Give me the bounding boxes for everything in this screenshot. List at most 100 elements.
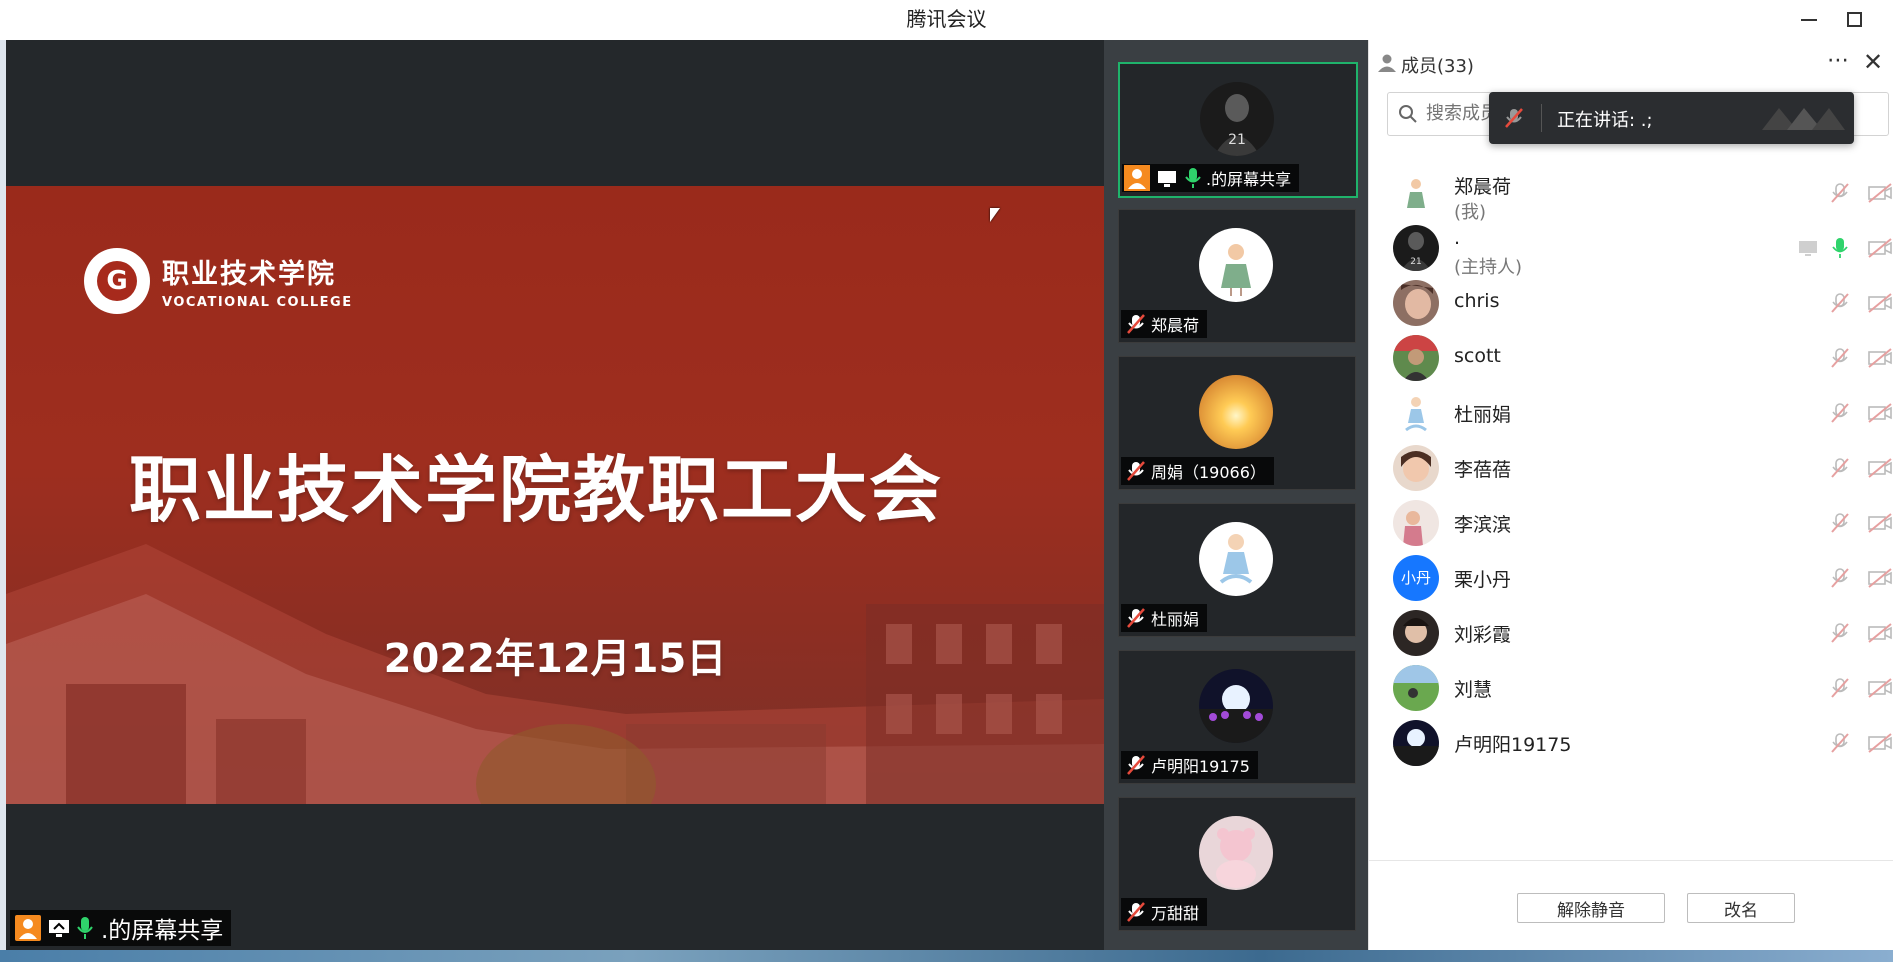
video-name-bar: 周娟（19066） — [1121, 457, 1274, 485]
member-name: . — [1454, 227, 1461, 249]
video-name-bar: .的屏幕共享 — [1122, 164, 1300, 192]
avatar — [1199, 669, 1273, 743]
mic-muted-icon — [1127, 608, 1145, 628]
mic-muted-icon[interactable] — [1829, 567, 1851, 589]
member-name: 杜丽娟 — [1454, 404, 1512, 426]
avatar — [1199, 228, 1273, 302]
avatar — [1393, 720, 1439, 766]
slide-date: 2022年12月15日 — [383, 636, 727, 682]
camera-off-icon[interactable] — [1867, 402, 1893, 424]
minimize-button[interactable] — [1792, 6, 1826, 34]
video-name: 卢明阳19175 — [1151, 757, 1250, 776]
camera-off-icon[interactable] — [1867, 512, 1893, 534]
avatar — [1199, 522, 1273, 596]
screen-share-icon — [1158, 171, 1176, 187]
tencent-meeting-logo-icon — [1762, 108, 1845, 130]
avatar: 小丹 — [1393, 555, 1439, 601]
mic-muted-icon — [1127, 314, 1145, 334]
member-name: 郑晨荷 — [1454, 176, 1512, 198]
camera-off-icon[interactable] — [1867, 622, 1893, 644]
desktop-background — [0, 950, 1893, 962]
member-name: 刘彩霞 — [1454, 624, 1512, 646]
members-title: 成员(33) — [1401, 56, 1474, 77]
mic-muted-icon[interactable] — [1829, 622, 1851, 644]
minimize-icon — [1801, 19, 1817, 21]
video-name: 万甜甜 — [1151, 904, 1200, 923]
mic-muted-icon[interactable] — [1829, 677, 1851, 699]
members-icon — [1378, 54, 1396, 72]
camera-off-icon[interactable] — [1867, 567, 1893, 589]
mic-muted-icon[interactable] — [1829, 457, 1851, 479]
camera-off-icon[interactable] — [1867, 677, 1893, 699]
presentation-slide: G 职业技术学院 VOCATIONAL COLLEGE 职业技术学院教职工大会 … — [6, 186, 1104, 804]
list-item[interactable]: 卢明阳19175 — [1369, 710, 1893, 776]
video-column: 21 .的屏幕共享 郑晨荷 周娟（19066） 杜丽娟 卢明阳19175 万甜甜 — [1104, 40, 1368, 950]
video-name-bar: 杜丽娟 — [1121, 604, 1208, 632]
unmute-button[interactable]: 解除静音 — [1517, 893, 1665, 923]
camera-off-icon[interactable] — [1867, 292, 1893, 314]
person-icon — [15, 915, 41, 941]
share-source-label: .的屏幕共享 — [101, 918, 224, 944]
members-panel-footer: 解除静音 改名 — [1369, 860, 1893, 951]
mic-muted-icon — [1127, 755, 1145, 775]
avatar — [1393, 445, 1439, 491]
avatar — [1393, 170, 1439, 216]
mic-on-icon[interactable] — [1829, 237, 1851, 259]
title-bar: 腾讯会议 — [0, 0, 1893, 41]
camera-off-icon[interactable] — [1867, 182, 1893, 204]
member-list: 郑晨荷 (我) 21 . (主持人) chris scott 杜丽娟 李蓓蓓 李… — [1369, 160, 1893, 860]
speaking-indicator: 正在讲话: .; — [1489, 92, 1854, 144]
avatar — [1393, 610, 1439, 656]
avatar — [1393, 665, 1439, 711]
video-tile[interactable]: 卢明阳19175 — [1118, 650, 1356, 784]
screen-share-icon — [1799, 241, 1817, 256]
mic-on-icon — [1185, 168, 1201, 188]
mic-muted-icon[interactable] — [1829, 347, 1851, 369]
video-name: 杜丽娟 — [1151, 610, 1200, 629]
avatar — [1393, 335, 1439, 381]
member-name: scott — [1454, 345, 1501, 367]
share-source-tag: .的屏幕共享 — [10, 910, 232, 946]
mic-muted-icon — [1127, 902, 1145, 922]
mic-muted-icon — [1505, 108, 1523, 128]
avatar — [1199, 816, 1273, 890]
member-name: 卢明阳19175 — [1454, 734, 1572, 756]
rename-button[interactable]: 改名 — [1687, 893, 1795, 923]
member-name: 李滨滨 — [1454, 514, 1512, 536]
video-tile[interactable]: 21 .的屏幕共享 — [1118, 62, 1358, 198]
mic-on-icon — [77, 917, 93, 939]
video-name-bar: 万甜甜 — [1121, 898, 1208, 926]
more-options-icon[interactable]: ⋯ — [1827, 48, 1849, 73]
camera-off-icon[interactable] — [1867, 237, 1893, 259]
mic-muted-icon[interactable] — [1829, 512, 1851, 534]
member-name: 栗小丹 — [1454, 569, 1512, 591]
mic-muted-icon[interactable] — [1829, 292, 1851, 314]
video-tile[interactable]: 周娟（19066） — [1118, 356, 1356, 490]
college-logo: G 职业技术学院 VOCATIONAL COLLEGE — [84, 248, 353, 314]
mic-muted-icon[interactable] — [1829, 732, 1851, 754]
member-name: chris — [1454, 290, 1500, 312]
video-name: 郑晨荷 — [1151, 316, 1200, 335]
mic-muted-icon[interactable] — [1829, 402, 1851, 424]
close-panel-icon[interactable]: ✕ — [1863, 48, 1883, 76]
mic-muted-icon[interactable] — [1829, 182, 1851, 204]
video-tile[interactable]: 杜丽娟 — [1118, 503, 1356, 637]
avatar — [1393, 280, 1439, 326]
camera-off-icon[interactable] — [1867, 347, 1893, 369]
video-tile[interactable]: 万甜甜 — [1118, 797, 1356, 931]
camera-off-icon[interactable] — [1867, 457, 1893, 479]
slide-headline: 职业技术学院教职工大会 — [128, 448, 943, 532]
svg-text:21: 21 — [1228, 132, 1246, 148]
avatar: 21 — [1200, 82, 1274, 156]
avatar-initials: 小丹 — [1400, 569, 1431, 587]
college-seal: G — [84, 248, 150, 314]
video-tile[interactable]: 郑晨荷 — [1118, 209, 1356, 343]
maximize-button[interactable] — [1838, 6, 1872, 34]
video-name: .的屏幕共享 — [1206, 170, 1292, 189]
camera-off-icon[interactable] — [1867, 732, 1893, 754]
avatar: 21 — [1393, 225, 1439, 271]
window-title: 腾讯会议 — [906, 7, 987, 31]
speaking-label: 正在讲话: .; — [1557, 110, 1653, 131]
video-name-bar: 郑晨荷 — [1121, 310, 1208, 338]
avatar — [1393, 390, 1439, 436]
